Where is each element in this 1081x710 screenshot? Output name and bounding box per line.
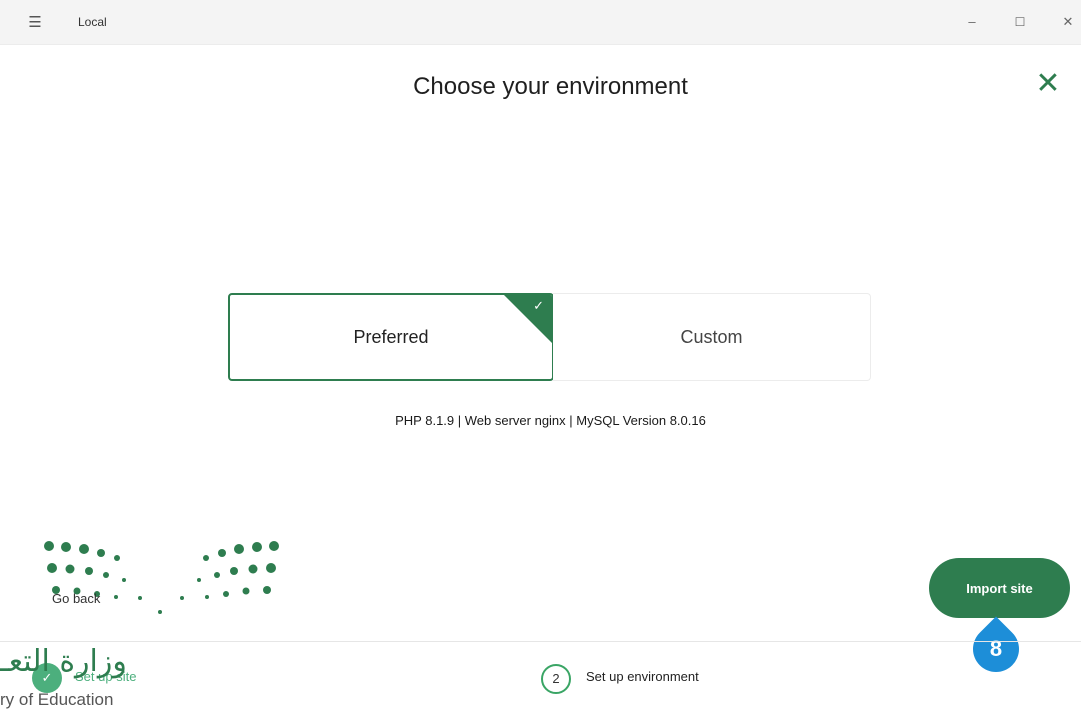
ministry-logo-dots-icon: [44, 541, 279, 614]
environment-specs: PHP 8.1.9 | Web server nginx | MySQL Ver…: [395, 413, 706, 428]
step-marker-badge: 8: [963, 616, 1029, 682]
close-dialog-icon[interactable]: ✕: [1032, 68, 1064, 100]
go-back-link[interactable]: Go back: [52, 591, 100, 606]
footer-divider: [0, 641, 1081, 642]
preferred-option-label: Preferred: [353, 326, 429, 347]
page-title: Choose your environment: [413, 73, 688, 100]
watermark-arabic-text: وزارة التعـ: [0, 644, 127, 679]
window-close-button[interactable]: ✕: [1056, 11, 1080, 33]
custom-option-label: Custom: [680, 326, 743, 347]
title-bar: ☰ Local – ☐ ✕: [0, 0, 1081, 45]
checkmark-icon: ✓: [533, 298, 544, 313]
selected-corner-badge: [502, 295, 552, 345]
import-site-button[interactable]: Import site: [929, 558, 1070, 618]
step-marker-number: 8: [989, 636, 1003, 661]
preferred-option[interactable]: Preferred ✓: [228, 293, 554, 381]
watermark-english-text: ry of Education: [0, 690, 114, 709]
minimize-button[interactable]: –: [960, 11, 984, 33]
window-title: Local: [78, 15, 107, 29]
step-2-number: 2: [541, 664, 571, 694]
maximize-button[interactable]: ☐: [1008, 11, 1032, 33]
custom-option[interactable]: Custom: [553, 293, 871, 381]
hamburger-menu-icon[interactable]: ☰: [22, 14, 48, 32]
step-2-label: Set up environment: [586, 669, 699, 684]
